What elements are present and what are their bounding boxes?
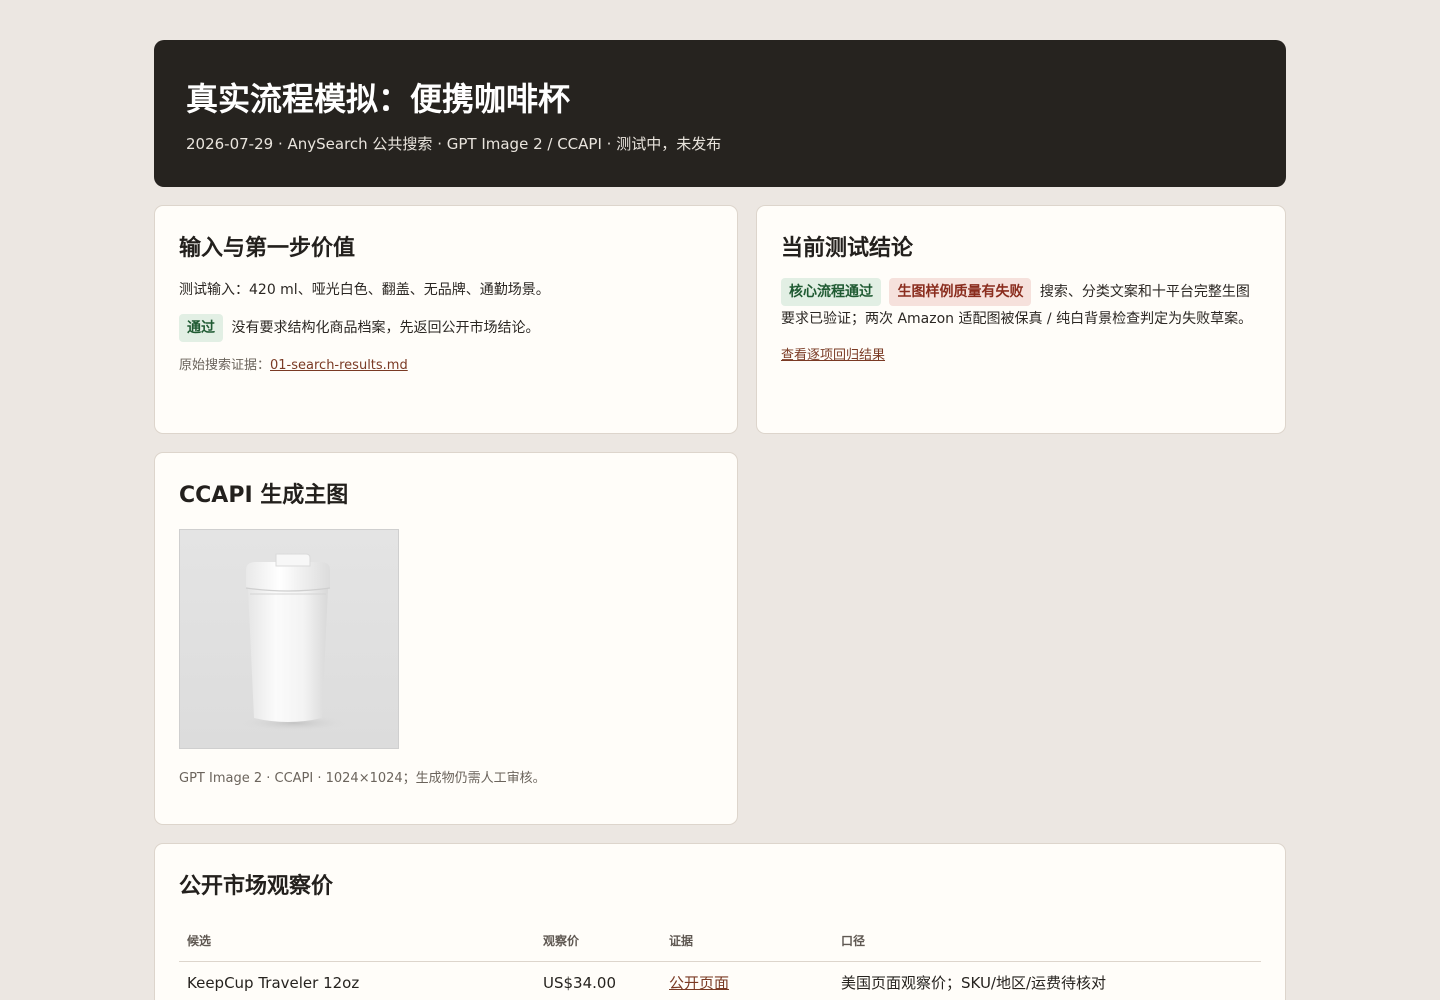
table-row: KeepCup Traveler 12oz US$34.00 公开页面 美国页面… (179, 962, 1261, 1000)
evidence-label: 原始搜索证据： (179, 358, 271, 373)
column-price: 观察价 (535, 924, 661, 962)
page-subtitle: 2026-07-29 · AnySearch 公共搜索 · GPT Image … (186, 135, 722, 153)
market-table: 候选 观察价 证据 口径 KeepCup Traveler 12oz US$34… (179, 924, 1261, 1000)
row-evidence-cell: 公开页面 (661, 962, 833, 1000)
evidence-link[interactable]: 01-search-results.md (270, 358, 408, 373)
column-candidate: 候选 (179, 924, 535, 962)
page-header: 真实流程模拟：便携咖啡杯 2026-07-29 · AnySearch 公共搜索… (154, 40, 1286, 187)
input-status-line: 通过 没有要求结构化商品档案，先返回公开市场结论。 (179, 314, 713, 342)
result-summary-line: 核心流程通过 生图样例质量有失败 搜索、分类文案和十平台完整生图要求已验证；两次… (781, 278, 1261, 332)
regression-line: 查看逐项回归结果 (781, 346, 1261, 366)
image-card: CCAPI 生成主图 GPT Image 2 · CCAPI · 1024×10… (154, 452, 738, 825)
column-basis: 口径 (833, 924, 1261, 962)
regression-results-link[interactable]: 查看逐项回归结果 (781, 348, 885, 363)
image-card-title: CCAPI 生成主图 (179, 483, 349, 508)
core-pass-badge: 核心流程通过 (781, 278, 881, 306)
cup-illustration (242, 553, 346, 731)
pass-badge: 通过 (179, 314, 223, 342)
evidence-line: 原始搜索证据：01-search-results.md (179, 356, 713, 376)
row-basis: 美国页面观察价；SKU/地区/运费待核对 (841, 974, 1107, 992)
input-card-title: 输入与第一步价值 (179, 236, 356, 261)
row-price: US$34.00 (543, 973, 616, 992)
result-card-title: 当前测试结论 (781, 236, 914, 261)
result-card: 当前测试结论 核心流程通过 生图样例质量有失败 搜索、分类文案和十平台完整生图要… (756, 205, 1286, 434)
market-card: 公开市场观察价 候选 观察价 证据 口径 KeepCup Traveler 12… (154, 843, 1286, 1000)
table-header-row: 候选 观察价 证据 口径 (179, 924, 1261, 962)
public-page-link[interactable]: 公开页面 (669, 974, 729, 992)
quality-fail-badge: 生图样例质量有失败 (889, 278, 1032, 306)
column-evidence: 证据 (661, 924, 833, 962)
generated-product-image (179, 529, 399, 749)
input-text: 测试输入：420 ml、哑光白色、翻盖、无品牌、通勤场景。 (179, 282, 550, 298)
page-title: 真实流程模拟：便携咖啡杯 (186, 80, 571, 118)
input-card: 输入与第一步价值 测试输入：420 ml、哑光白色、翻盖、无品牌、通勤场景。 通… (154, 205, 738, 434)
input-status-text: 没有要求结构化商品档案，先返回公开市场结论。 (231, 320, 540, 336)
image-caption: GPT Image 2 · CCAPI · 1024×1024；生成物仍需人工审… (179, 771, 546, 786)
row-candidate: KeepCup Traveler 12oz (187, 973, 360, 992)
market-card-title: 公开市场观察价 (179, 874, 334, 899)
